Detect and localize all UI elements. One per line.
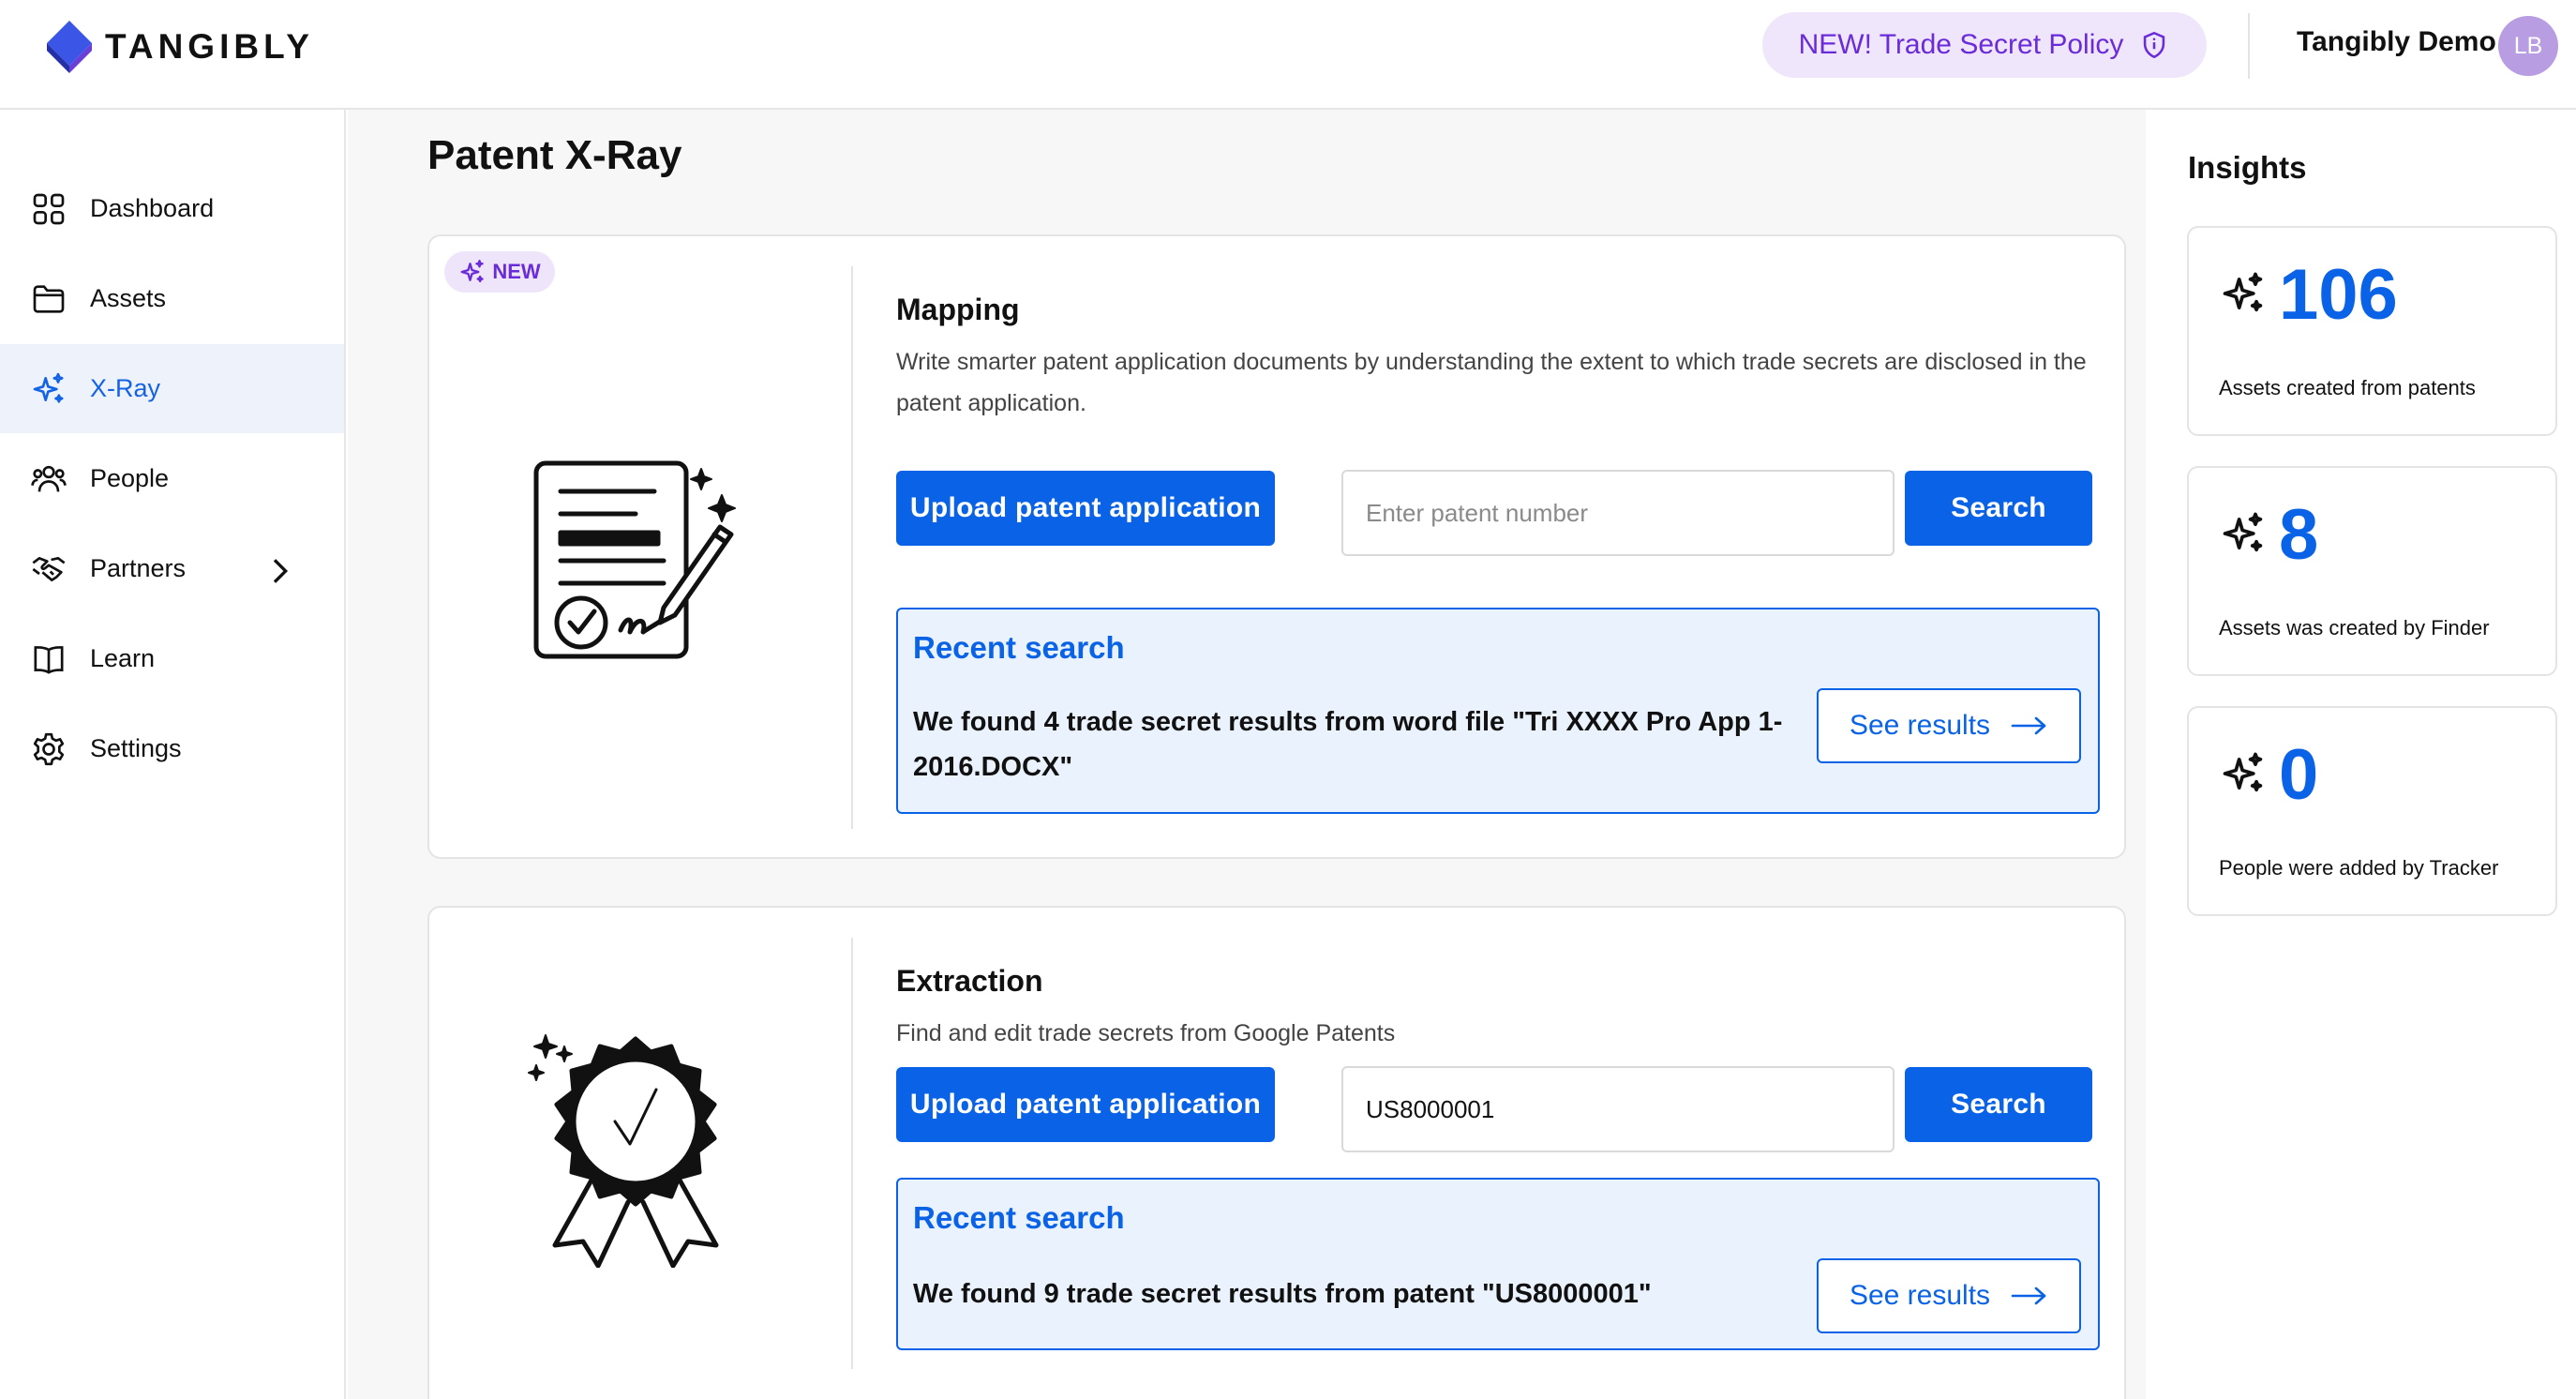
sparkles-icon bbox=[33, 372, 64, 403]
arrow-right-icon bbox=[2011, 716, 2046, 735]
search-button[interactable]: Search bbox=[1905, 1067, 2092, 1142]
tangibly-logo-icon bbox=[47, 21, 92, 73]
sparkles-icon bbox=[460, 260, 485, 283]
brand-logo[interactable]: TANGIBLY bbox=[45, 19, 314, 75]
sidebar: Dashboard Assets X-Ray People Partners L… bbox=[0, 110, 346, 1399]
insight-label: People were added by Tracker bbox=[2219, 856, 2499, 880]
sidebar-item-label: Learn bbox=[90, 644, 156, 672]
recent-search-title: Recent search bbox=[913, 1200, 1125, 1235]
shield-icon bbox=[2144, 31, 2165, 59]
insight-card-assets-by-finder[interactable]: 8 Assets was created by Finder bbox=[2187, 466, 2557, 676]
promo-label: NEW! Trade Secret Policy bbox=[1798, 29, 2124, 60]
card-description: Write smarter patent application documen… bbox=[896, 349, 2087, 416]
sidebar-item-label: Assets bbox=[90, 284, 167, 312]
insight-label: Assets was created by Finder bbox=[2219, 616, 2490, 639]
recent-search-panel: Recent search We found 9 trade secret re… bbox=[896, 1178, 2100, 1350]
new-badge-label: NEW bbox=[492, 260, 541, 283]
card-divider bbox=[851, 938, 853, 1369]
people-icon bbox=[31, 465, 67, 491]
book-icon bbox=[34, 645, 64, 674]
sidebar-item-assets[interactable]: Assets bbox=[0, 254, 344, 343]
search-button[interactable]: Search bbox=[1905, 471, 2092, 546]
see-results-label: See results bbox=[1849, 1280, 1991, 1311]
see-results-label: See results bbox=[1849, 710, 1991, 741]
main-content: Patent X-Ray NEW Mapping Write smarter p… bbox=[348, 110, 2146, 1399]
sparkles-icon bbox=[2223, 272, 2263, 312]
see-results-button[interactable]: See results bbox=[1817, 688, 2081, 763]
sidebar-item-people[interactable]: People bbox=[0, 434, 344, 523]
header-divider bbox=[2248, 13, 2250, 79]
patent-number-input[interactable] bbox=[1341, 1066, 1895, 1152]
sidebar-item-dashboard[interactable]: Dashboard bbox=[0, 164, 344, 253]
patent-number-input[interactable] bbox=[1341, 470, 1895, 556]
insights-title: Insights bbox=[2188, 150, 2307, 185]
sidebar-item-partners[interactable]: Partners bbox=[0, 524, 344, 613]
see-results-button[interactable]: See results bbox=[1817, 1258, 2081, 1333]
sidebar-item-x-ray[interactable]: X-Ray bbox=[0, 344, 344, 433]
user-name[interactable]: Tangibly Demo bbox=[2297, 26, 2496, 58]
upload-patent-application-button[interactable]: Upload patent application bbox=[896, 471, 1275, 546]
sidebar-item-label: Partners bbox=[90, 554, 187, 582]
signed-document-illustration bbox=[533, 460, 736, 659]
arrow-right-icon bbox=[2011, 1286, 2046, 1305]
card-title: Extraction bbox=[896, 964, 1043, 998]
insight-value: 0 bbox=[2279, 735, 2319, 815]
sparkles-icon bbox=[2223, 512, 2263, 552]
sidebar-item-learn[interactable]: Learn bbox=[0, 614, 344, 703]
handshake-icon bbox=[32, 556, 66, 581]
sparkles-icon bbox=[2223, 752, 2263, 792]
card-divider bbox=[851, 266, 853, 829]
recent-search-panel: Recent search We found 4 trade secret re… bbox=[896, 608, 2100, 814]
recent-search-title: Recent search bbox=[913, 630, 1125, 665]
recent-search-text: We found 9 trade secret results from pat… bbox=[913, 1279, 1652, 1309]
grid-icon bbox=[33, 193, 65, 224]
sidebar-item-label: X-Ray bbox=[90, 374, 161, 402]
trade-secret-policy-button[interactable]: NEW! Trade Secret Policy bbox=[1762, 12, 2207, 78]
insight-value: 8 bbox=[2279, 495, 2319, 575]
gear-icon bbox=[33, 732, 65, 765]
insight-card-assets-from-patents[interactable]: 106 Assets created from patents bbox=[2187, 226, 2557, 436]
chevron-right-icon[interactable] bbox=[261, 552, 298, 590]
brand-name: TANGIBLY bbox=[105, 27, 314, 66]
card-title: Mapping bbox=[896, 293, 1020, 326]
upload-patent-application-button[interactable]: Upload patent application bbox=[896, 1067, 1275, 1142]
insight-value: 106 bbox=[2279, 255, 2398, 335]
insight-label: Assets created from patents bbox=[2219, 376, 2476, 399]
sidebar-item-label: Dashboard bbox=[90, 194, 215, 222]
sidebar-item-label: People bbox=[90, 464, 170, 492]
top-bar: TANGIBLY NEW! Trade Secret Policy Tangib… bbox=[0, 0, 2576, 110]
folder-icon bbox=[33, 284, 65, 313]
new-badge: NEW bbox=[444, 251, 555, 293]
sidebar-item-label: Settings bbox=[90, 734, 182, 762]
sidebar-item-settings[interactable]: Settings bbox=[0, 704, 344, 793]
page-title: Patent X-Ray bbox=[427, 132, 682, 178]
insight-card-people-by-tracker[interactable]: 0 People were added by Tracker bbox=[2187, 706, 2557, 916]
recent-search-text: We found 4 trade secret results from wor… bbox=[913, 707, 1783, 782]
card-description: Find and edit trade secrets from Google … bbox=[896, 1020, 1396, 1046]
mapping-card: NEW Mapping Write smarter patent applica… bbox=[427, 234, 2126, 859]
extraction-card: Extraction Find and edit trade secrets f… bbox=[427, 906, 2126, 1399]
avatar[interactable]: LB bbox=[2498, 16, 2558, 76]
award-ribbon-illustration bbox=[528, 1034, 719, 1268]
